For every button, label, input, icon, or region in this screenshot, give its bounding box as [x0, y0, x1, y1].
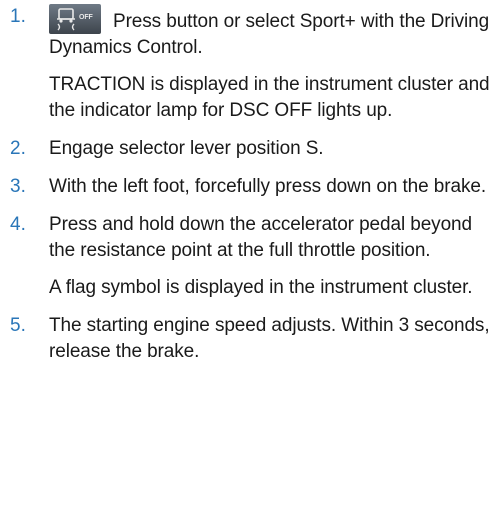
- step-number: 5.: [10, 315, 26, 336]
- step-3-text: With the left foot, forcefully press dow…: [49, 176, 487, 197]
- step-4-text: Press and hold down the accelerator peda…: [49, 214, 472, 261]
- step-2: 2. Engage selector lever position S.: [10, 136, 490, 162]
- step-1-note: TRACTION is displayed in the instrument …: [49, 74, 490, 121]
- step-1-text: Press button or select Sport+ with the D…: [49, 11, 490, 58]
- step-4: 4. Press and hold down the accelerator p…: [10, 212, 490, 301]
- dsc-off-button-icon: OFF: [49, 4, 101, 34]
- instruction-steps: 1. OFF Press button or select Sport+ wit…: [10, 4, 490, 377]
- step-5: 5. The starting engine speed adjusts. Wi…: [10, 313, 490, 365]
- step-4-note: A flag symbol is displayed in the instru…: [49, 277, 473, 298]
- step-number: 2.: [10, 138, 26, 159]
- step-text: OFF Press button or select Sport+ with t…: [49, 4, 490, 61]
- step-5-text: The starting engine speed adjusts. Withi…: [49, 315, 490, 362]
- step-3: 3. With the left foot, forcefully press …: [10, 174, 490, 200]
- step-number: 4.: [10, 214, 26, 235]
- step-2-text: Engage selector lever position S.: [49, 138, 324, 159]
- step-number: 1.: [10, 6, 26, 27]
- step-1: 1. OFF Press button or select Sport+ wit…: [10, 4, 490, 124]
- step-number: 3.: [10, 176, 26, 197]
- svg-text:OFF: OFF: [79, 14, 94, 21]
